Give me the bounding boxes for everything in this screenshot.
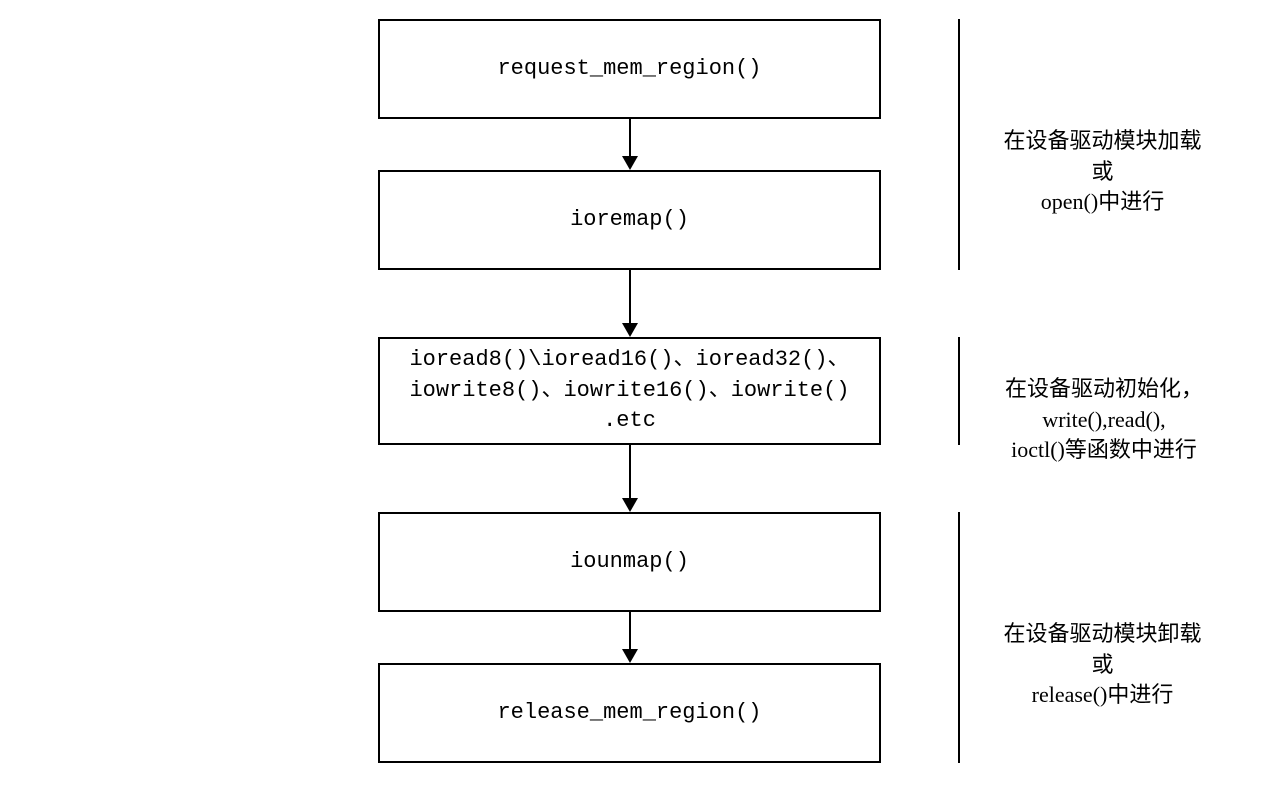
flow-box-label: iounmap() — [570, 547, 689, 578]
flow-box-label: request_mem_region() — [497, 54, 761, 85]
bracket-line — [958, 19, 960, 270]
annotation-text: 在设备驱动初始化， write(),read(), ioctl()等函数中进行 — [1005, 376, 1203, 463]
flow-box-label: release_mem_region() — [497, 698, 761, 729]
flow-box-iounmap: iounmap() — [378, 512, 881, 612]
annotation-group-init-rw-ioctl: 在设备驱动初始化， write(),read(), ioctl()等函数中进行 — [974, 343, 1234, 466]
arrow-down-icon — [622, 270, 638, 337]
arrow-down-icon — [622, 612, 638, 663]
annotation-group-unload-release: 在设备驱动模块卸载 或 release()中进行 — [980, 588, 1225, 711]
flow-box-label: ioremap() — [570, 205, 689, 236]
flowchart-diagram: request_mem_region() ioremap() ioread8()… — [0, 0, 1286, 797]
flow-box-ioremap: ioremap() — [378, 170, 881, 270]
annotation-text: 在设备驱动模块加载 或 open()中进行 — [1003, 128, 1201, 215]
annotation-group-load-open: 在设备驱动模块加载 或 open()中进行 — [980, 95, 1225, 218]
flow-box-release-mem-region: release_mem_region() — [378, 663, 881, 763]
annotation-text: 在设备驱动模块卸载 或 release()中进行 — [1003, 621, 1201, 708]
bracket-line — [958, 337, 960, 445]
bracket-line — [958, 512, 960, 763]
arrow-down-icon — [622, 445, 638, 512]
flow-box-label: ioread8()\ioread16()、ioread32()、 iowrite… — [390, 345, 869, 437]
arrow-down-icon — [622, 119, 638, 170]
flow-box-ioread-iowrite: ioread8()\ioread16()、ioread32()、 iowrite… — [378, 337, 881, 445]
flow-box-request-mem-region: request_mem_region() — [378, 19, 881, 119]
